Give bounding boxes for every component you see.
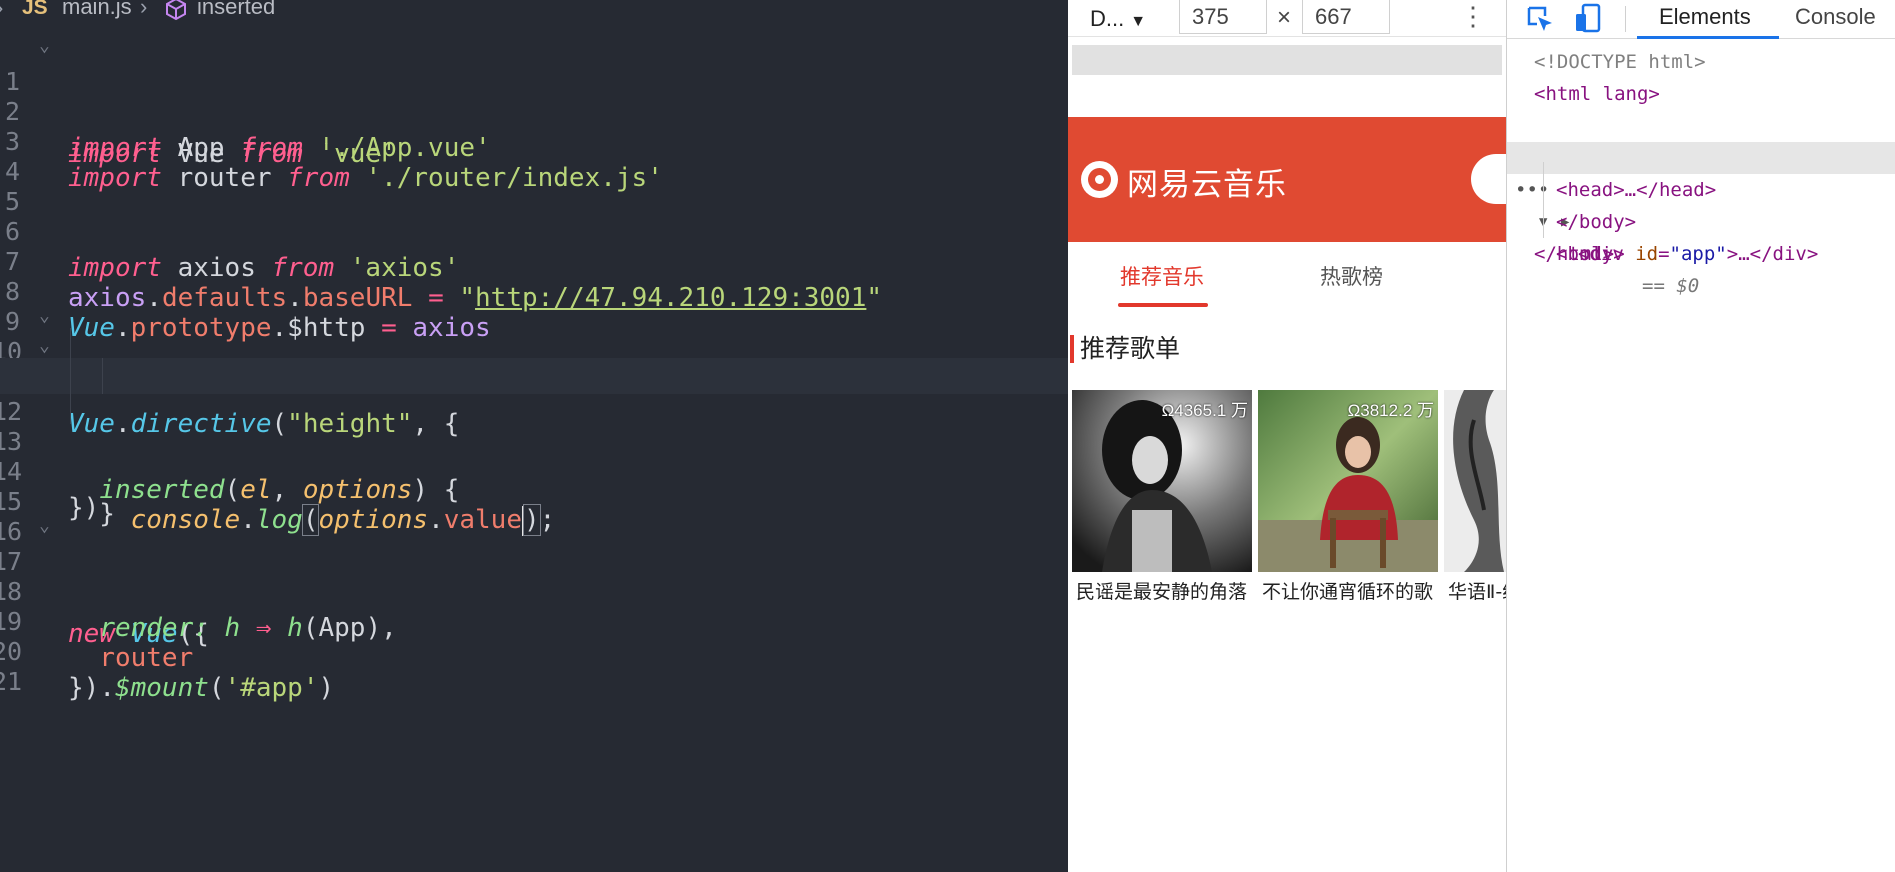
- devtools-elements-panel: Elements Console <!DOCTYPE html> <html l…: [1506, 0, 1895, 872]
- download-app-button[interactable]: [1471, 154, 1506, 204]
- playlist-name[interactable]: 民谣是最安静的角落: [1076, 580, 1248, 602]
- tab-recommend[interactable]: 推荐音乐: [1120, 261, 1204, 291]
- section-header: 推荐歌单: [1068, 332, 1506, 366]
- js-file-icon: JS: [22, 0, 48, 19]
- netease-logo-icon: [1081, 161, 1118, 198]
- app-tabs: 推荐音乐 热歌榜: [1068, 243, 1506, 313]
- chevron-right-icon: ›: [0, 0, 3, 19]
- tab-console[interactable]: Console: [1795, 4, 1876, 30]
- dimension-times: ×: [1277, 4, 1292, 31]
- section-accent-bar: [1070, 335, 1074, 363]
- playlist-name[interactable]: 不让你通宵循环的歌曲: [1262, 580, 1434, 602]
- dom-node[interactable]: </body>: [1507, 206, 1895, 238]
- tab-hot-songs[interactable]: 热歌榜: [1320, 261, 1383, 291]
- dropdown-triangle-icon: ▼: [1130, 13, 1147, 30]
- app-header: 网易云音乐: [1068, 117, 1506, 242]
- device-select[interactable]: D... ▼: [1090, 6, 1146, 32]
- toolbar-divider: [1625, 6, 1626, 32]
- tab-elements[interactable]: Elements: [1659, 4, 1751, 30]
- playlist-cover[interactable]: [1444, 390, 1506, 572]
- active-tab-indicator: [1118, 303, 1208, 307]
- code-line[interactable]: 21: [0, 628, 1068, 696]
- device-toolbar-icon[interactable]: [1573, 2, 1603, 39]
- tree-guide-line: [1543, 162, 1544, 238]
- dom-node[interactable]: ▶ <div id="app">…</div>: [1507, 174, 1895, 265]
- dom-node[interactable]: ▶ <head>…</head>: [1507, 110, 1895, 201]
- playlist-name[interactable]: 华语Ⅱ-经典: [1448, 580, 1506, 602]
- device-frame-bar: [1072, 45, 1502, 75]
- dom-node[interactable]: <html lang>: [1507, 78, 1895, 110]
- breadcrumb: › JS main.js › inserted: [0, 0, 1068, 22]
- method-cube-icon: [165, 0, 187, 23]
- device-emulator: D... ▼ 375 × 667 ⋮ 网易云音乐 推荐音乐 热歌榜 推荐歌单 Ω…: [1068, 0, 1506, 872]
- line-number: 21: [0, 667, 23, 696]
- section-title: 推荐歌单: [1080, 334, 1181, 363]
- breadcrumb-file[interactable]: main.js: [62, 0, 132, 18]
- more-options-icon[interactable]: ⋮: [1460, 2, 1486, 30]
- breadcrumb-symbol[interactable]: inserted: [197, 0, 275, 18]
- chevron-right-icon: ›: [140, 0, 148, 19]
- dom-node[interactable]: </html>: [1507, 238, 1895, 270]
- active-tab-indicator: [1637, 36, 1779, 39]
- app-title: 网易云音乐: [1127, 167, 1287, 203]
- device-height-input[interactable]: 667: [1302, 0, 1390, 34]
- inspect-element-icon[interactable]: [1525, 4, 1555, 39]
- device-toolbar: D... ▼ 375 × 667 ⋮: [1068, 0, 1506, 37]
- play-count: Ω3812.2 万: [1347, 401, 1434, 420]
- device-width-input[interactable]: 375: [1179, 0, 1267, 34]
- play-count: Ω4365.1 万: [1161, 401, 1248, 420]
- dom-node-selected[interactable]: ••• ▼ <body> == $0: [1507, 142, 1895, 297]
- code-editor[interactable]: › JS main.js › inserted 1 ⌄ import Vue f…: [0, 0, 1068, 872]
- devtools-toolbar: Elements Console: [1507, 0, 1895, 39]
- dom-node[interactable]: <!DOCTYPE html>: [1507, 46, 1895, 78]
